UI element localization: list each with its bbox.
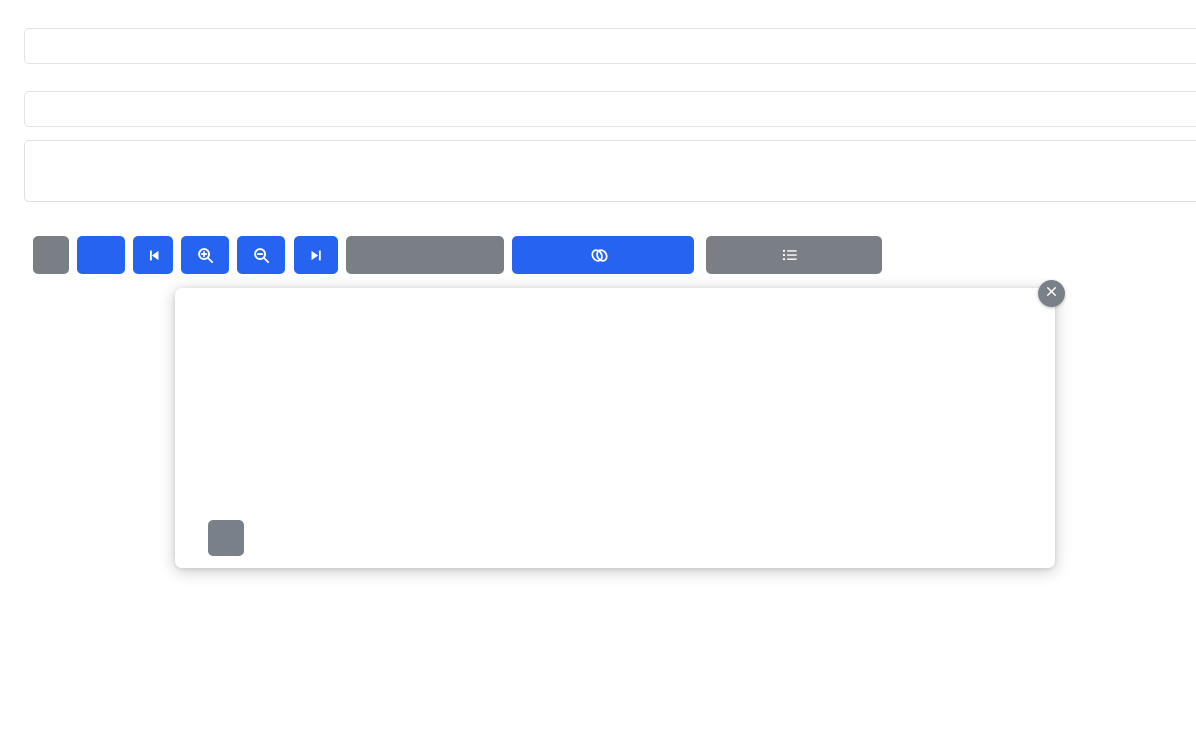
help-button[interactable]	[33, 236, 69, 274]
bed-file-select[interactable]	[24, 91, 1196, 127]
configure-tracks-button[interactable]	[706, 236, 882, 274]
link-icon	[589, 245, 610, 266]
configure-tracks-dialog	[175, 288, 1055, 568]
skip-to-start-icon	[145, 247, 162, 264]
close-icon	[1045, 285, 1058, 303]
list-icon	[781, 246, 799, 264]
download-image-button[interactable]	[346, 236, 504, 274]
app-root	[0, 0, 1196, 749]
dialog-close-button[interactable]	[1038, 280, 1065, 307]
zoom-out-button[interactable]	[237, 236, 285, 274]
jump-to-start-button[interactable]	[133, 236, 173, 274]
add-track-button[interactable]	[208, 520, 244, 556]
zoom-out-icon	[252, 246, 271, 265]
jump-to-end-button[interactable]	[294, 236, 338, 274]
zoom-in-icon	[196, 246, 215, 265]
data-select[interactable]	[24, 28, 1196, 64]
controls-panel	[0, 0, 1196, 232]
region-fieldset	[24, 140, 1196, 202]
copy-link-button[interactable]	[512, 236, 694, 274]
zoom-in-button[interactable]	[181, 236, 229, 274]
go-button[interactable]	[77, 236, 125, 274]
skip-to-end-icon	[308, 247, 325, 264]
